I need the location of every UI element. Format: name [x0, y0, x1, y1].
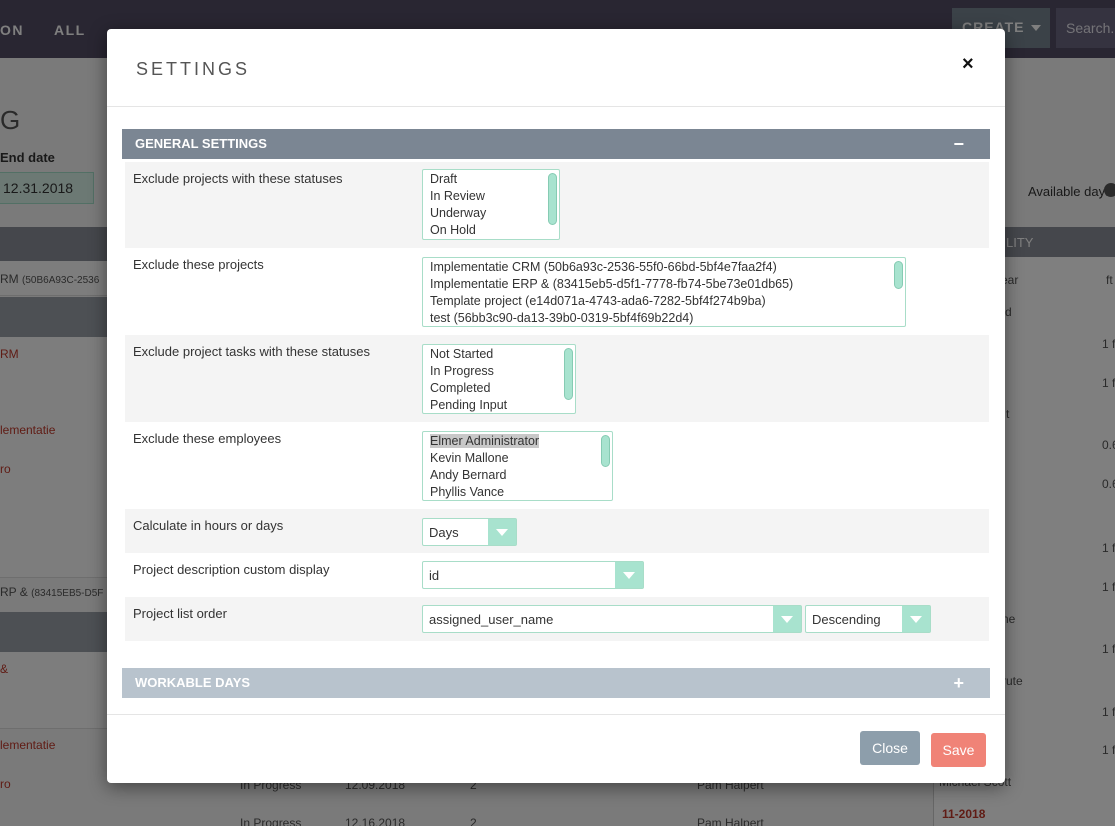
projects-row: Exclude these projects Implementatie CRM…: [125, 248, 989, 335]
list-option[interactable]: Completed: [423, 380, 575, 397]
save-button[interactable]: Save: [931, 733, 986, 767]
list-option[interactable]: In Progress: [423, 363, 575, 380]
list-option[interactable]: Andy Bernard: [423, 467, 612, 484]
select-value: id: [429, 568, 440, 583]
project-statuses-label: Exclude projects with these statuses: [133, 171, 343, 186]
modal-footer: Close Save: [107, 714, 1005, 784]
hours-or-days-select[interactable]: Days: [422, 518, 517, 546]
list-option[interactable]: Underway: [423, 205, 559, 222]
list-order-direction-select[interactable]: Descending: [805, 605, 931, 633]
select-value: assigned_user_name: [429, 612, 554, 627]
workable-days-header[interactable]: WORKABLE DAYS +: [122, 668, 990, 698]
task-statuses-row: Exclude project tasks with these statuse…: [125, 335, 989, 422]
list-option[interactable]: Implementatie CRM (50b6a93c-2536-55f0-66…: [423, 259, 905, 276]
expand-icon[interactable]: +: [953, 668, 964, 698]
scrollbar[interactable]: [563, 346, 574, 412]
list-option[interactable]: On Hold: [423, 222, 559, 239]
workable-days-label: WORKABLE DAYS: [135, 675, 251, 690]
employees-label: Exclude these employees: [133, 431, 282, 446]
select-value: Descending: [812, 612, 881, 627]
projects-label: Exclude these projects: [133, 257, 264, 272]
employees-row: Exclude these employees Elmer Administra…: [125, 422, 989, 509]
close-button[interactable]: Close: [860, 731, 920, 765]
chevron-down-icon[interactable]: [615, 562, 643, 588]
list-option[interactable]: Phyllis Vance: [423, 484, 612, 500]
chevron-down-icon[interactable]: [488, 519, 516, 545]
list-order-field-select[interactable]: assigned_user_name: [422, 605, 802, 633]
modal-header: SETTINGS ×: [107, 29, 1005, 107]
list-order-label: Project list order: [133, 606, 227, 621]
task-statuses-listbox[interactable]: Not Started In Progress Completed Pendin…: [422, 344, 576, 414]
scrollbar-thumb[interactable]: [564, 348, 573, 400]
general-settings-label: GENERAL SETTINGS: [135, 136, 267, 151]
collapse-icon[interactable]: −: [953, 129, 964, 159]
task-statuses-label: Exclude project tasks with these statuse…: [133, 344, 371, 359]
employees-listbox[interactable]: Elmer Administrator Kevin Mallone Andy B…: [422, 431, 613, 501]
general-settings-header[interactable]: GENERAL SETTINGS −: [122, 129, 990, 159]
scrollbar-thumb[interactable]: [894, 261, 903, 289]
modal-title: SETTINGS: [136, 59, 251, 79]
list-option[interactable]: Implementatie ERP & (83415eb5-d5f1-7778-…: [423, 276, 905, 293]
scrollbar[interactable]: [893, 259, 904, 325]
projects-listbox[interactable]: Implementatie CRM (50b6a93c-2536-55f0-66…: [422, 257, 906, 327]
description-display-row: Project description custom display id: [125, 553, 989, 597]
list-option[interactable]: Pending Input: [423, 397, 575, 413]
project-statuses-listbox[interactable]: Draft In Review Underway On Hold: [422, 169, 560, 240]
settings-modal: SETTINGS × GENERAL SETTINGS − Exclude pr…: [107, 29, 1005, 783]
project-statuses-row: Exclude projects with these statuses Dra…: [125, 162, 989, 248]
chevron-down-icon[interactable]: [902, 606, 930, 632]
scrollbar-thumb[interactable]: [601, 435, 610, 467]
select-value: Days: [429, 525, 459, 540]
list-option[interactable]: Not Started: [423, 346, 575, 363]
description-display-label: Project description custom display: [133, 562, 330, 577]
scrollbar-thumb[interactable]: [548, 173, 557, 225]
list-option[interactable]: In Review: [423, 188, 559, 205]
list-order-row: Project list order assigned_user_name De…: [125, 597, 989, 641]
close-icon[interactable]: ×: [962, 53, 974, 76]
list-option[interactable]: Draft: [423, 171, 559, 188]
list-option[interactable]: Kevin Mallone: [423, 450, 612, 467]
list-option[interactable]: test (56bb3c90-da13-39b0-0319-5bf4f69b22…: [423, 310, 905, 326]
hours-or-days-row: Calculate in hours or days Days: [125, 509, 989, 553]
description-display-select[interactable]: id: [422, 561, 644, 589]
scrollbar[interactable]: [600, 433, 611, 499]
list-option[interactable]: Template project (e14d071a-4743-ada6-728…: [423, 293, 905, 310]
hours-or-days-label: Calculate in hours or days: [133, 518, 284, 533]
list-option-selected[interactable]: Elmer Administrator: [423, 433, 612, 450]
chevron-down-icon[interactable]: [773, 606, 801, 632]
scrollbar[interactable]: [547, 171, 558, 238]
